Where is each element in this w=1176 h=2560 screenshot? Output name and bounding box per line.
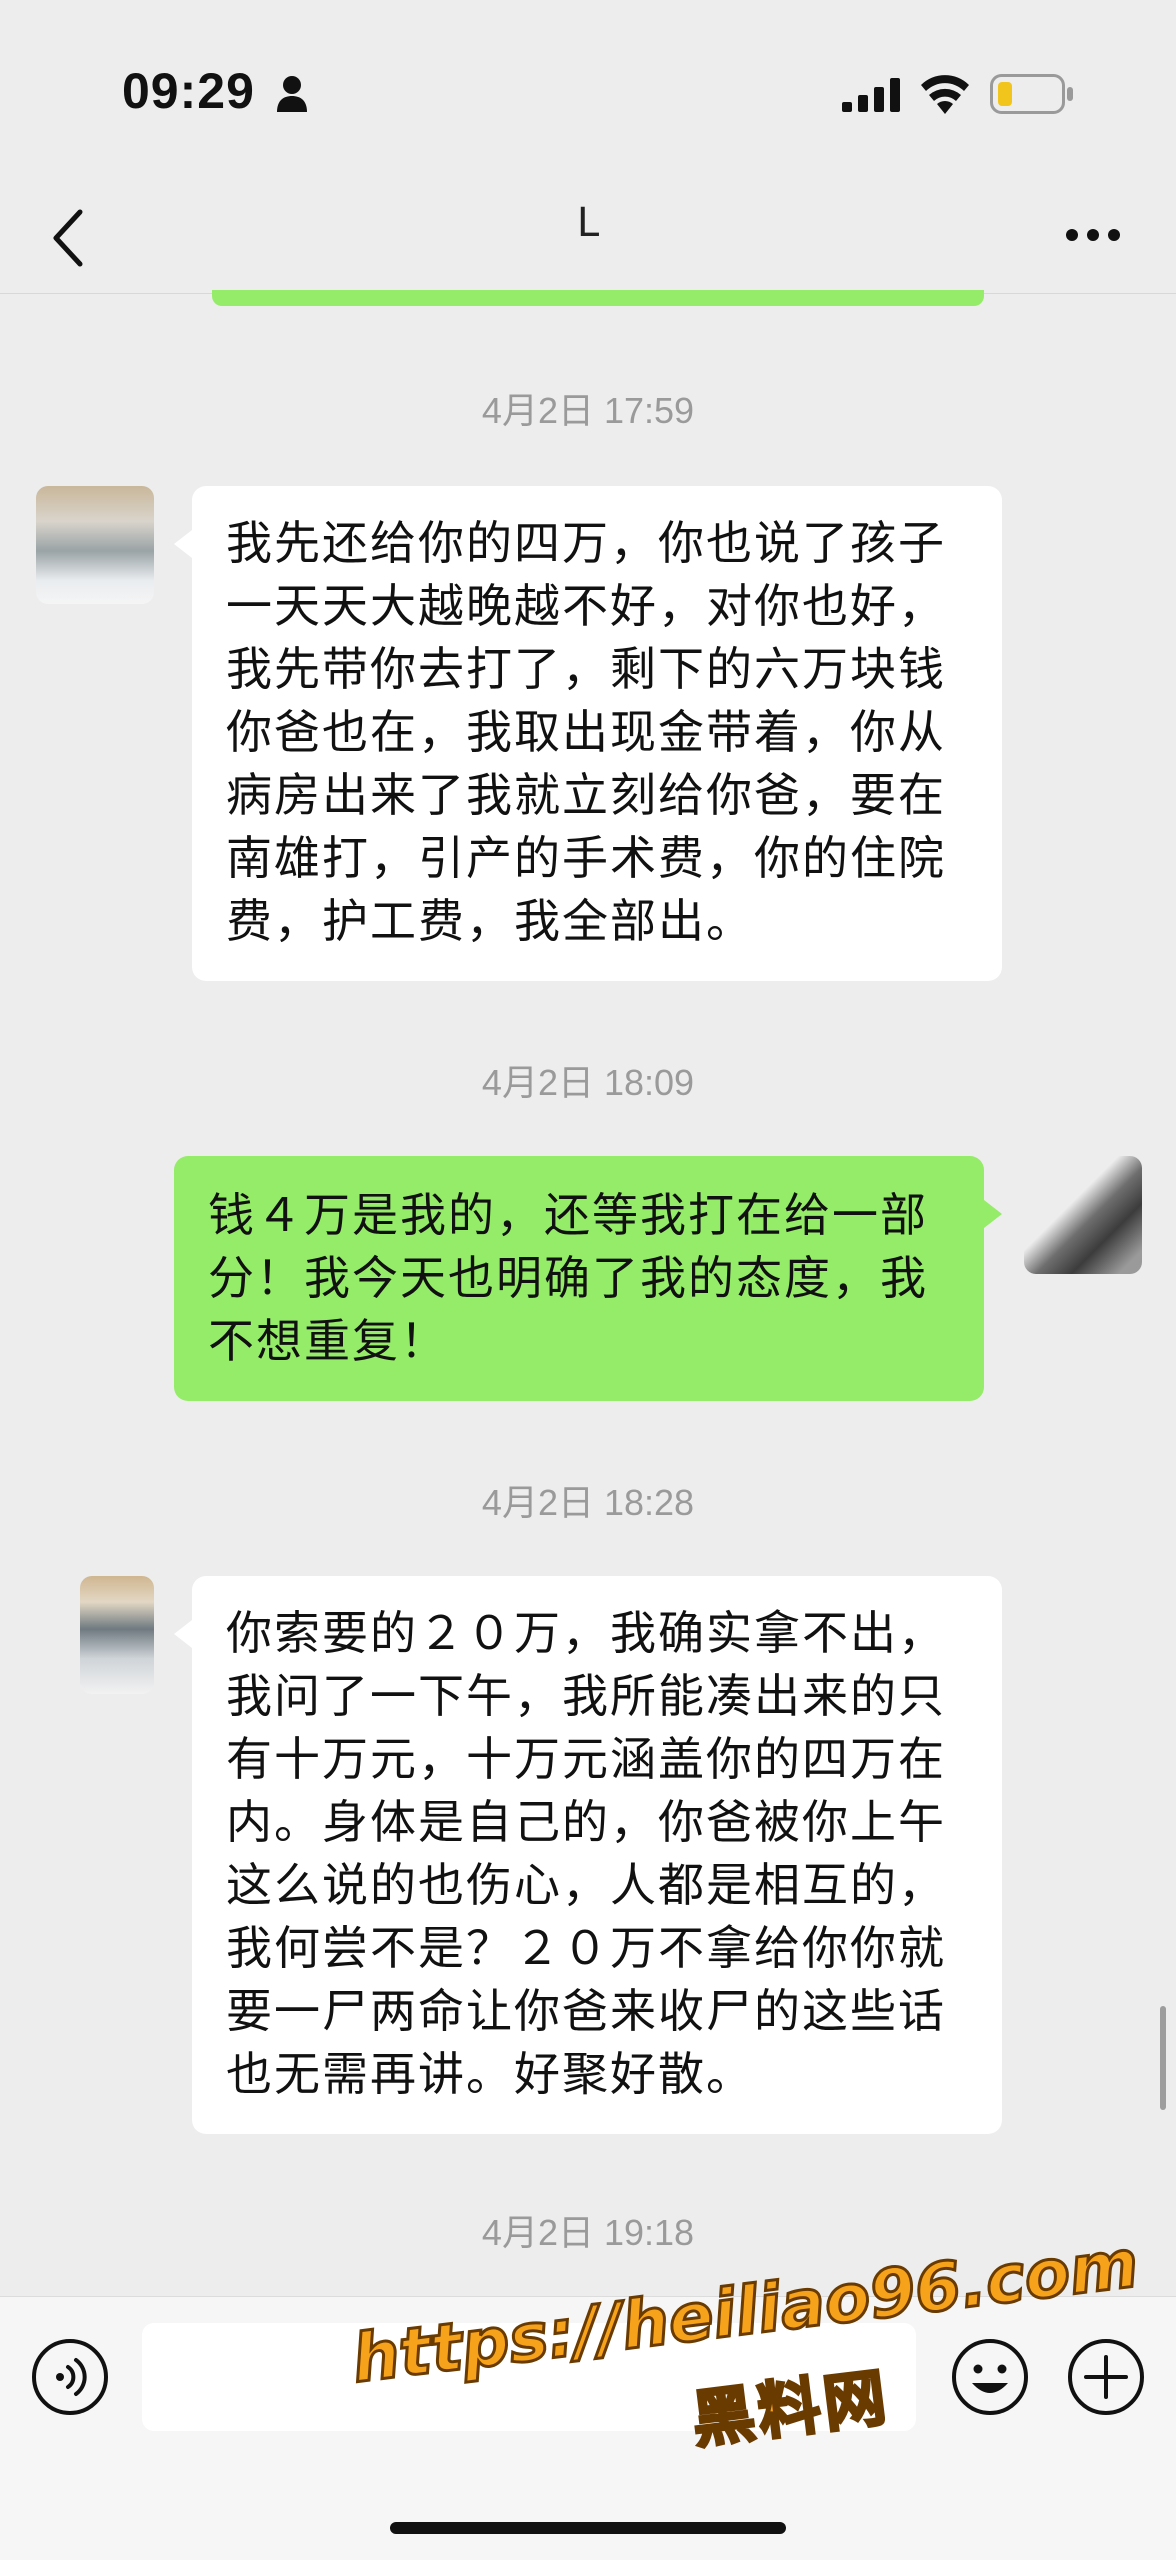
wifi-icon — [921, 75, 969, 114]
chat-header: L — [0, 190, 1176, 294]
add-icon[interactable] — [1066, 2337, 1146, 2417]
user-avatar[interactable] — [1024, 1156, 1142, 1274]
status-time: 09:29 — [122, 63, 255, 119]
input-bar — [0, 2296, 1176, 2560]
message-bubble-incoming[interactable]: 你索要的２０万，我确实拿不出， 我问了一下午，我所能凑出来的只 有十万元，十万元… — [174, 1576, 1002, 2134]
contact-avatar[interactable] — [36, 486, 154, 604]
timestamp: 4月2日 19:18 — [481, 2212, 695, 2253]
signal-icon — [842, 78, 900, 112]
message-bubble-incoming[interactable]: 我先还给你的四万，你也说了孩子 一天天大越晚越不好，对你也好， 我先带你去打了，… — [174, 486, 1002, 981]
previous-message-bubble — [212, 290, 984, 306]
timestamp: 4月2日 18:09 — [481, 1062, 695, 1103]
voice-icon[interactable] — [30, 2337, 110, 2417]
message-bubble-outgoing[interactable]: 钱４万是我的，还等我打在给一部 分！我今天也明确了我的态度，我 不想重复！ — [174, 1156, 1002, 1401]
home-indicator — [390, 2522, 786, 2534]
more-icon[interactable] — [1064, 226, 1122, 244]
contact-avatar[interactable] — [80, 1576, 154, 1694]
scrollbar[interactable] — [1160, 2006, 1166, 2110]
emoji-icon[interactable] — [950, 2337, 1030, 2417]
message-input[interactable] — [142, 2323, 916, 2431]
person-icon — [277, 76, 307, 112]
timestamp: 4月2日 18:28 — [481, 1482, 695, 1523]
status-bar: 09:29 — [0, 0, 1176, 190]
timestamp: 4月2日 17:59 — [481, 390, 695, 431]
back-icon[interactable] — [46, 202, 90, 274]
chat-title: L — [576, 200, 600, 246]
battery-icon — [990, 74, 1073, 114]
